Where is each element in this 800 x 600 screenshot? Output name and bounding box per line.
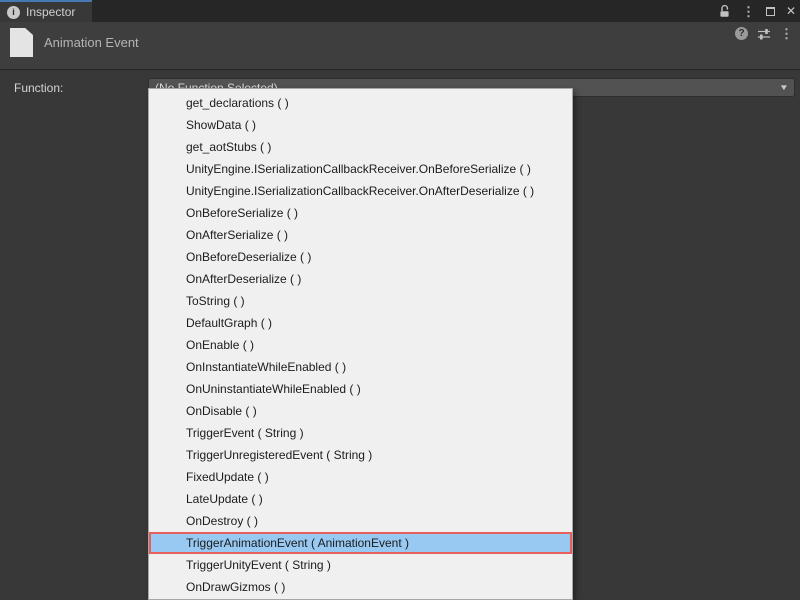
dropdown-item[interactable]: OnBeforeSerialize ( ) [149,202,572,224]
unlock-icon[interactable] [718,4,731,18]
dropdown-item[interactable]: ToString ( ) [149,290,572,312]
maximize-icon[interactable] [766,7,775,16]
dropdown-item[interactable]: DefaultGraph ( ) [149,312,572,334]
inspector-window: i Inspector ⋮ ✕ Animation Event ? [0,0,800,600]
dropdown-item[interactable]: OnInstantiateWhileEnabled ( ) [149,356,572,378]
dropdown-item[interactable]: OnDestroy ( ) [149,510,572,532]
asset-document-icon [10,28,33,57]
function-label: Function: [14,81,63,95]
tab-label: Inspector [26,5,75,19]
help-icon[interactable]: ? [735,27,748,40]
info-icon: i [7,6,20,19]
component-title: Animation Event [44,35,139,50]
dropdown-item[interactable]: OnUninstantiateWhileEnabled ( ) [149,378,572,400]
close-icon[interactable]: ✕ [786,5,796,17]
header-icons: ? ⋮ [735,27,793,40]
presets-icon[interactable] [757,28,771,40]
dropdown-item[interactable]: OnDrawGizmos ( ) [149,576,572,598]
tab-bar: i Inspector ⋮ ✕ [0,0,800,22]
dropdown-item[interactable]: get_declarations ( ) [149,92,572,114]
tab-inspector[interactable]: i Inspector [0,0,92,22]
dropdown-item[interactable]: OnBeforeDeserialize ( ) [149,246,572,268]
inspector-body: Function: (No Function Selected) ▼ get_d… [0,71,800,600]
dropdown-item[interactable]: OnAfterDeserialize ( ) [149,268,572,290]
dropdown-item[interactable]: UnityEngine.ISerializationCallbackReceiv… [149,158,572,180]
dropdown-item[interactable]: FixedUpdate ( ) [149,466,572,488]
dropdown-item[interactable]: TriggerUnityEvent ( String ) [149,554,572,576]
dropdown-item[interactable]: OnAfterSerialize ( ) [149,224,572,246]
dropdown-item[interactable]: get_aotStubs ( ) [149,136,572,158]
dropdown-item[interactable]: TriggerAnimationEvent ( AnimationEvent ) [149,532,572,554]
component-menu-icon[interactable]: ⋮ [780,27,793,40]
dropdown-item[interactable]: OnDisable ( ) [149,400,572,422]
chevron-down-icon: ▼ [779,84,789,92]
dropdown-item[interactable]: TriggerUnregisteredEvent ( String ) [149,444,572,466]
dropdown-item[interactable]: OnEnable ( ) [149,334,572,356]
component-header: Animation Event ? ⋮ [0,22,800,70]
window-menu-icon[interactable]: ⋮ [742,5,755,18]
function-dropdown-menu: get_declarations ( )ShowData ( )get_aotS… [148,88,573,600]
window-controls: ⋮ ✕ [718,0,796,22]
dropdown-item[interactable]: LateUpdate ( ) [149,488,572,510]
dropdown-item[interactable]: ShowData ( ) [149,114,572,136]
dropdown-item[interactable]: UnityEngine.ISerializationCallbackReceiv… [149,180,572,202]
dropdown-item[interactable]: TriggerEvent ( String ) [149,422,572,444]
